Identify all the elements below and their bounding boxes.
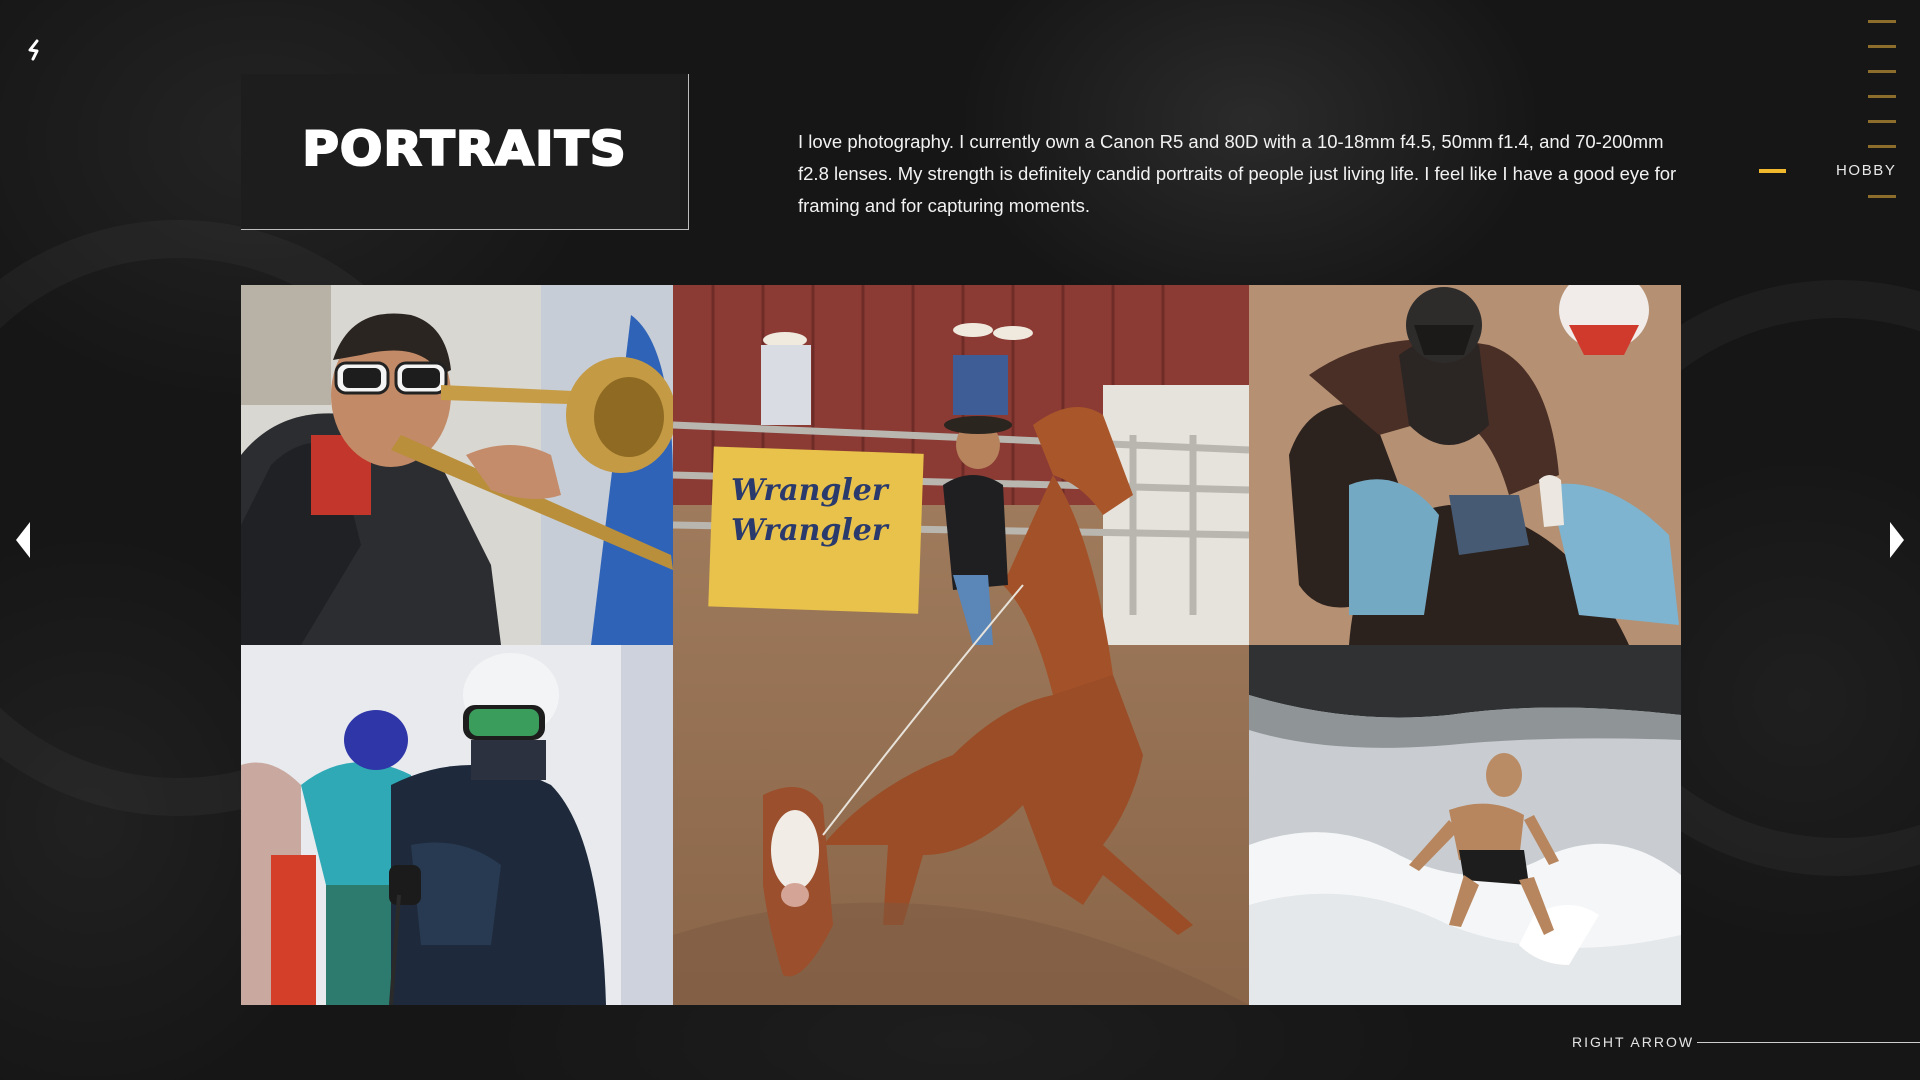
right-arrow-link[interactable]: RIGHT ARROW — [1572, 1034, 1694, 1050]
nav-item[interactable] — [1868, 45, 1896, 48]
page-title: PORTRAITS — [301, 120, 627, 177]
nav-active-label[interactable]: HOBBY — [1836, 162, 1897, 179]
triangle-left-icon — [16, 522, 30, 558]
portfolio-page: PORTRAITS I love photography. I currentl… — [0, 0, 1920, 1080]
prev-slide-button[interactable] — [14, 520, 32, 560]
triangle-right-icon — [1890, 522, 1904, 558]
nav-item[interactable] — [1868, 195, 1896, 198]
page-description: I love photography. I currently own a Ca… — [798, 131, 1677, 216]
back-arrow-icon — [28, 39, 39, 61]
nav-item[interactable] — [1868, 120, 1896, 123]
photo-young-skier[interactable] — [241, 645, 673, 1005]
nav-active-indicator — [1759, 169, 1786, 173]
next-slide-button[interactable] — [1888, 520, 1906, 560]
nav-item[interactable] — [1868, 70, 1896, 73]
title-card: PORTRAITS — [241, 74, 689, 230]
right-arrow-divider — [1697, 1042, 1920, 1043]
nav-item[interactable] — [1868, 20, 1896, 23]
banner-text: Wrangler — [731, 513, 890, 548]
photo-surfer[interactable] — [1249, 645, 1681, 1005]
nav-item[interactable] — [1868, 95, 1896, 98]
photo-gallery: Wrangler Wrangler — [241, 285, 1681, 1005]
back-button[interactable] — [22, 36, 48, 64]
photo-rodeo-calf-roping[interactable]: Wrangler Wrangler — [673, 285, 1249, 1005]
photo-bull-rider[interactable] — [1249, 285, 1681, 645]
nav-item[interactable] — [1868, 145, 1896, 148]
photo-trombone-player[interactable] — [241, 285, 673, 645]
banner-text: Wrangler — [731, 473, 890, 508]
